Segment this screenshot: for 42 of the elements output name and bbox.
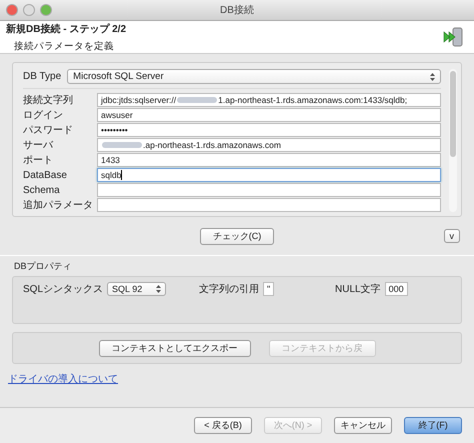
check-button[interactable]: チェック(C) [200, 228, 274, 244]
stepper-arrows-icon [156, 285, 162, 293]
input-field[interactable]: jdbc:jtds:sqlserver:// 1.ap-northeast-1.rds.amazonaws.com:1433/sqldb; [97, 93, 441, 107]
field-label: パスワード [23, 124, 74, 137]
input-field[interactable]: sqldb [97, 168, 441, 182]
input-field[interactable]: 1433 [97, 153, 441, 167]
input-field[interactable]: " [263, 282, 274, 296]
field-label: Schema [23, 184, 61, 196]
window-control-icon[interactable] [6, 4, 18, 16]
window-control-icon[interactable] [23, 4, 35, 16]
scrollbar[interactable] [449, 69, 457, 212]
field-label: ログイン [23, 109, 64, 122]
footer-button[interactable]: < 戻る(B) [194, 417, 252, 434]
field-label: SQLシンタックス [23, 283, 104, 296]
input-field[interactable]: awsuser [97, 108, 441, 122]
input-field[interactable]: ••••••••• [97, 123, 441, 137]
window-title: DB接続 [220, 5, 254, 16]
field-label: NULL文字 [335, 282, 381, 296]
input-field[interactable] [97, 198, 441, 212]
input-field[interactable] [97, 183, 441, 197]
footer-button[interactable]: 終了(F) [404, 417, 462, 434]
field-label: 接続文字列 [23, 94, 74, 107]
field-label: 追加パラメータ [23, 198, 94, 212]
stepper-arrows-icon [430, 72, 435, 80]
field-label: ポート [23, 154, 54, 167]
driver-link[interactable]: ドライバの導入について [8, 372, 118, 386]
field-label: DB Type [23, 71, 62, 82]
field-label: DataBase [23, 170, 68, 180]
expand-button[interactable]: v [444, 229, 460, 243]
db-type-dropdown[interactable]: Microsoft SQL Server [67, 69, 441, 84]
section-title: DBプロパティ [14, 260, 73, 273]
input-field[interactable]: 000 [384, 282, 408, 296]
footer-button[interactable]: キャンセル [334, 417, 392, 434]
syntax-dropdown[interactable]: SQL 92 [107, 282, 166, 296]
window-control-icon[interactable] [40, 4, 52, 16]
database-arrow-icon [442, 26, 464, 48]
context-button[interactable]: コンテキストとしてエクスポー [98, 340, 250, 356]
field-label: 文字列の引用 [199, 282, 259, 296]
input-field[interactable]: .ap-northeast-1.rds.amazonaws.com [97, 138, 441, 152]
wizard-subtitle: 接続パラメータを定義 [14, 40, 115, 52]
field-label: サーバ [23, 139, 54, 152]
wizard-title: 新規DB接続 - ステップ 2/2 [6, 22, 126, 36]
